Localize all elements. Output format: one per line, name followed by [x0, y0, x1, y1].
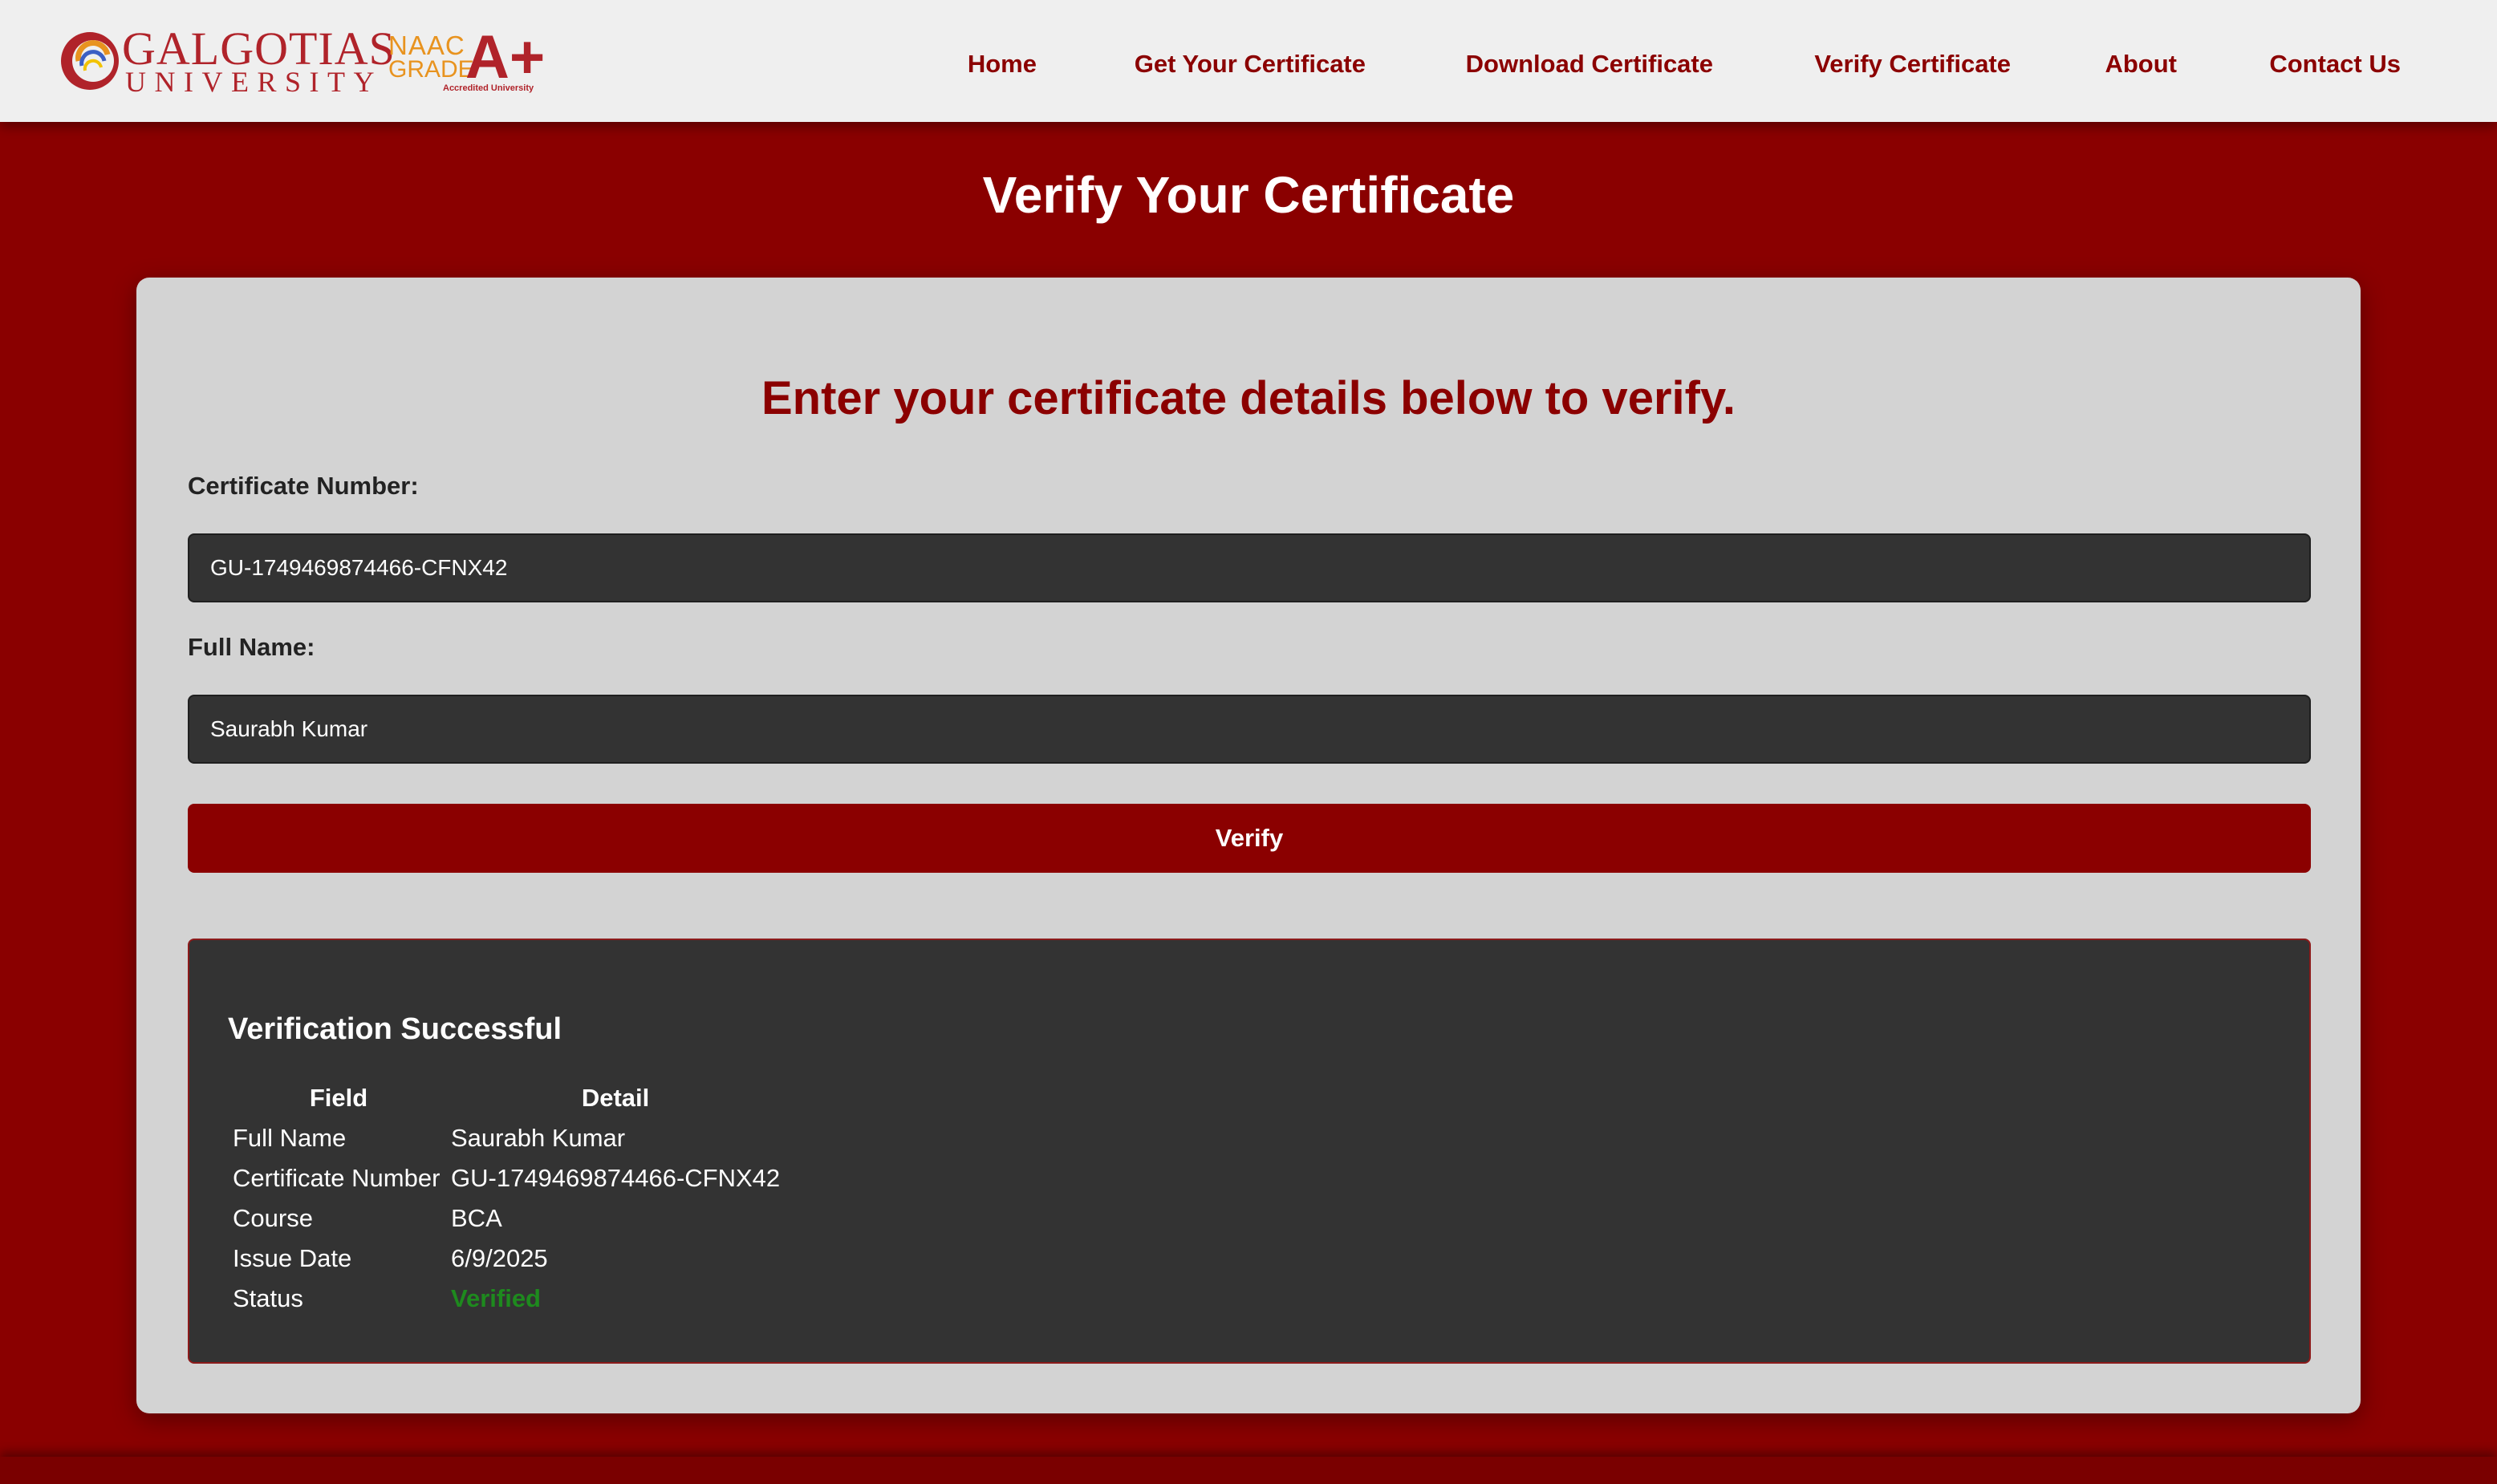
result-table: Field Detail Full Name Saurabh Kumar Cer… — [229, 1078, 783, 1319]
university-emblem-icon — [61, 32, 119, 90]
result-title: Verification Successful — [228, 1012, 562, 1046]
table-row: Status Verified — [229, 1279, 783, 1319]
nav-about[interactable]: About — [2105, 45, 2177, 83]
naac-badge: NAAC GRADE A+ Accredited University — [388, 27, 545, 95]
table-header-row: Field Detail — [229, 1078, 783, 1118]
verification-result-panel: Verification Successful Field Detail Ful… — [188, 939, 2311, 1364]
row-field: Status — [233, 1284, 303, 1312]
verify-card: Enter your certificate details below to … — [136, 278, 2361, 1413]
logo-line-2: UNIVERSITY — [125, 66, 383, 98]
page-title: Verify Your Certificate — [982, 166, 1515, 224]
naac-caption: Accredited University — [443, 83, 534, 93]
row-detail: BCA — [451, 1204, 502, 1232]
table-row: Issue Date 6/9/2025 — [229, 1239, 783, 1279]
verify-button[interactable]: Verify — [188, 804, 2311, 873]
naac-grade-value: A+ — [465, 23, 546, 91]
card-heading: Enter your certificate details below to … — [761, 372, 1736, 424]
nav-download-certificate[interactable]: Download Certificate — [1466, 45, 1713, 83]
certificate-number-label: Certificate Number: — [188, 472, 419, 500]
full-name-input[interactable] — [188, 695, 2311, 764]
certificate-number-input[interactable] — [188, 533, 2311, 602]
footer-strip — [0, 1457, 2497, 1484]
row-field: Course — [233, 1204, 313, 1232]
nav-get-certificate[interactable]: Get Your Certificate — [1135, 45, 1366, 83]
site-header: GALGOTIAS UNIVERSITY NAAC GRADE A+ Accre… — [0, 0, 2497, 122]
full-name-label: Full Name: — [188, 633, 315, 661]
row-field: Certificate Number — [233, 1164, 441, 1192]
row-field: Full Name — [233, 1124, 347, 1152]
table-row: Course BCA — [229, 1198, 783, 1239]
row-detail: 6/9/2025 — [451, 1244, 548, 1272]
row-detail: Saurabh Kumar — [451, 1124, 626, 1152]
university-logo[interactable]: GALGOTIAS UNIVERSITY NAAC GRADE A+ Accre… — [59, 26, 545, 98]
nav-contact-us[interactable]: Contact Us — [2269, 45, 2401, 83]
university-wordmark: GALGOTIAS UNIVERSITY — [122, 26, 427, 98]
column-header-field: Field — [309, 1084, 368, 1112]
naac-label: NAAC — [388, 30, 465, 60]
column-header-detail: Detail — [581, 1084, 650, 1112]
row-detail: GU-1749469874466-CFNX42 — [451, 1164, 781, 1192]
row-field: Issue Date — [233, 1244, 352, 1272]
table-row: Full Name Saurabh Kumar — [229, 1118, 783, 1158]
table-row: Certificate Number GU-1749469874466-CFNX… — [229, 1158, 783, 1198]
status-badge: Verified — [451, 1284, 541, 1312]
nav-home[interactable]: Home — [968, 45, 1037, 83]
naac-grade-label: GRADE — [388, 56, 474, 83]
nav-verify-certificate[interactable]: Verify Certificate — [1814, 45, 2011, 83]
